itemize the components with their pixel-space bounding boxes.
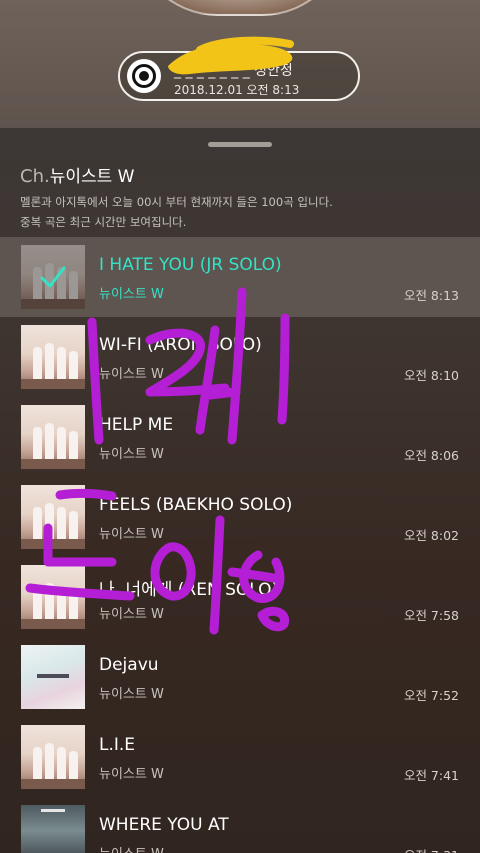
- song-row[interactable]: HELP ME 뉴이스트 W 오전 8:06: [0, 397, 480, 477]
- play-time: 오전 7:58: [403, 608, 459, 623]
- description-line-1: 멜론과 아지톡에서 오늘 00시 부터 현재까지 들은 100곡 입니다.: [20, 195, 333, 209]
- timestamp: 2018.12.01 오전 8:13: [174, 83, 300, 97]
- song-row[interactable]: L.I.E 뉴이스트 W 오전 7:41: [0, 717, 480, 797]
- song-artist: 뉴이스트 W: [99, 767, 164, 782]
- song-title: HELP ME: [99, 415, 174, 435]
- album-art: [21, 325, 85, 389]
- song-artist: 뉴이스트 W: [99, 367, 164, 382]
- song-row[interactable]: I HATE YOU (JR SOLO) 뉴이스트 W 오전 8:13: [0, 237, 480, 317]
- profile-photo: [132, 0, 348, 16]
- song-title: FEELS (BAEKHO SOLO): [99, 495, 293, 515]
- play-time: 오전 8:02: [403, 528, 459, 543]
- sheet-drag-handle[interactable]: [208, 142, 272, 147]
- song-artist: 뉴이스트 W: [99, 527, 164, 542]
- channel-title: Ch.뉴이스트 W: [20, 162, 134, 187]
- album-art: [21, 725, 85, 789]
- song-row[interactable]: Dejavu 뉴이스트 W 오전 7:52: [0, 637, 480, 717]
- album-art: [21, 485, 85, 549]
- song-row[interactable]: FEELS (BAEKHO SOLO) 뉴이스트 W 오전 8:02: [0, 477, 480, 557]
- description-line-2: 중복 곡은 최근 시간만 보여집니다.: [20, 215, 187, 229]
- checkmark-icon: [21, 245, 85, 309]
- song-title: 나, 너에게 (REN SOLO): [99, 580, 279, 600]
- redaction-scribble: [168, 36, 294, 75]
- play-time: 오전 8:06: [403, 448, 459, 463]
- song-artist: 뉴이스트 W: [99, 843, 164, 853]
- play-time: 오전 7:41: [403, 768, 459, 783]
- song-artist: 뉴이스트 W: [99, 447, 164, 462]
- song-title: WHERE YOU AT: [99, 815, 229, 835]
- song-title: L.I.E: [99, 735, 136, 755]
- song-row[interactable]: WI-FI (ARON SOLO) 뉴이스트 W 오전 8:10: [0, 317, 480, 397]
- album-art: [21, 645, 85, 709]
- song-list: I HATE YOU (JR SOLO) 뉴이스트 W 오전 8:13 WI-F…: [0, 237, 480, 853]
- song-title: I HATE YOU (JR SOLO): [99, 255, 282, 275]
- play-time: 오전 8:13: [403, 288, 459, 303]
- album-art: [21, 405, 85, 469]
- song-artist: 뉴이스트 W: [99, 287, 164, 302]
- channel-description: 멜론과 아지톡에서 오늘 00시 부터 현재까지 들은 100곡 입니다. 중복…: [20, 192, 333, 232]
- channel-name: 뉴이스트 W: [49, 167, 135, 187]
- play-time: 오전 7:52: [403, 688, 459, 703]
- song-row[interactable]: WHERE YOU AT 뉴이스트 W 오전 7:31: [0, 797, 480, 853]
- channel-prefix: Ch.: [20, 166, 50, 187]
- song-artist: 뉴이스트 W: [99, 687, 164, 702]
- profile-header: _ _ _ _ _ _ _ 정안정 2018.12.01 오전 8:13: [0, 0, 480, 128]
- recent-songs-sheet: Ch.뉴이스트 W 멜론과 아지톡에서 오늘 00시 부터 현재까지 들은 10…: [0, 128, 480, 853]
- song-title: Dejavu: [99, 655, 159, 675]
- album-art: [21, 565, 85, 629]
- album-art: [21, 805, 85, 853]
- play-time: 오전 7:31: [404, 845, 459, 853]
- song-title: WI-FI (ARON SOLO): [99, 335, 262, 355]
- song-row[interactable]: 나, 너에게 (REN SOLO) 뉴이스트 W 오전 7:58: [0, 557, 480, 637]
- song-artist: 뉴이스트 W: [99, 607, 164, 622]
- vinyl-disc-icon: [127, 59, 161, 93]
- play-time: 오전 8:10: [403, 368, 459, 383]
